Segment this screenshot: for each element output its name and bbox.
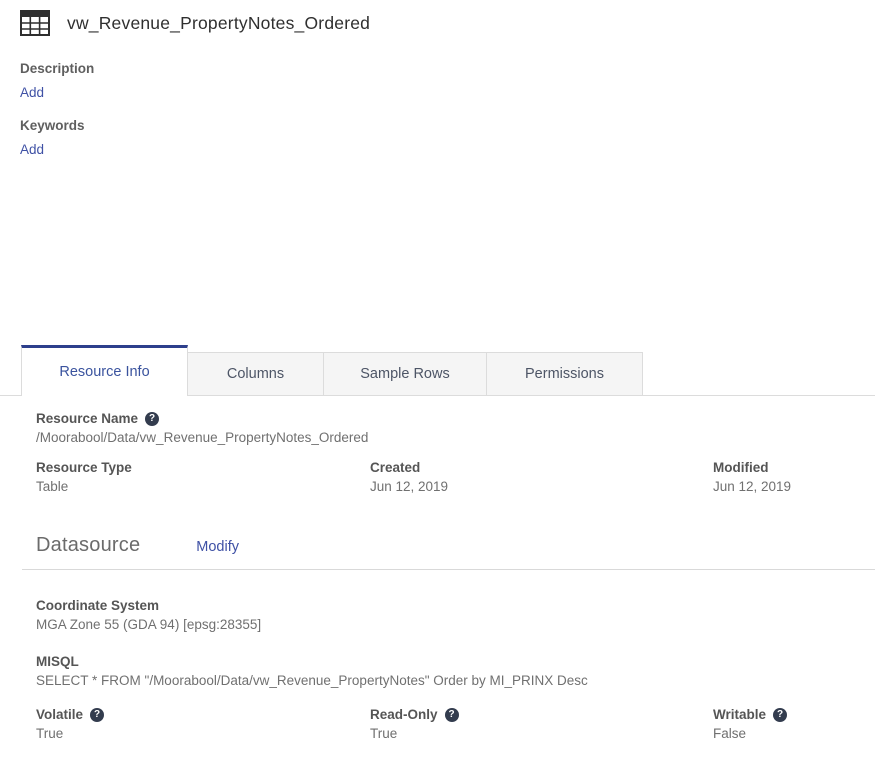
section-divider — [22, 569, 875, 570]
modified-label: Modified — [713, 460, 769, 475]
page-header: vw_Revenue_PropertyNotes_Ordered — [0, 0, 875, 36]
read-only-field: Read-Only ? True — [370, 707, 713, 741]
flags-row: Volatile ? True Read-Only ? True Writabl… — [36, 707, 855, 741]
created-label: Created — [370, 460, 421, 475]
tab-columns[interactable]: Columns — [187, 352, 324, 395]
datasource-panel: Coordinate System MGA Zone 55 (GDA 94) [… — [0, 598, 875, 741]
read-only-value: True — [370, 726, 398, 741]
resource-name-field: Resource Name ? /Moorabool/Data/vw_Reven… — [36, 411, 855, 445]
writable-value: False — [713, 726, 747, 741]
resource-name-label: Resource Name — [36, 411, 139, 426]
created-field: Created Jun 12, 2019 — [370, 460, 713, 494]
help-icon[interactable]: ? — [145, 411, 160, 426]
modified-value: Jun 12, 2019 — [713, 479, 792, 494]
tab-permissions[interactable]: Permissions — [486, 352, 643, 395]
writable-label: Writable — [713, 707, 767, 722]
meta-block: Description Add Keywords Add — [0, 61, 875, 159]
description-label: Description — [20, 61, 95, 76]
read-only-label: Read-Only — [370, 707, 438, 722]
volatile-field: Volatile ? True — [36, 707, 370, 741]
resource-type-label: Resource Type — [36, 460, 132, 475]
tab-sample-rows[interactable]: Sample Rows — [323, 352, 487, 395]
page-title: vw_Revenue_PropertyNotes_Ordered — [67, 12, 371, 33]
tab-resource-info[interactable]: Resource Info — [21, 345, 188, 396]
keywords-add-link[interactable]: Add — [20, 142, 44, 157]
misql-value: SELECT * FROM "/Moorabool/Data/vw_Revenu… — [36, 673, 588, 688]
help-icon[interactable]: ? — [444, 707, 459, 722]
volatile-value: True — [36, 726, 64, 741]
modify-link[interactable]: Modify — [196, 539, 239, 555]
resource-type-field: Resource Type Table — [36, 460, 370, 494]
resource-type-row: Resource Type Table Created Jun 12, 2019… — [36, 460, 855, 494]
coordinate-system-value: MGA Zone 55 (GDA 94) [epsg:28355] — [36, 617, 262, 632]
description-add-link[interactable]: Add — [20, 85, 44, 100]
keywords-label: Keywords — [20, 118, 85, 133]
coordinate-system-field: Coordinate System MGA Zone 55 (GDA 94) [… — [36, 598, 855, 632]
modified-field: Modified Jun 12, 2019 — [713, 460, 855, 494]
table-icon — [20, 10, 50, 36]
help-icon[interactable]: ? — [90, 707, 105, 722]
datasource-heading: Datasource — [36, 534, 141, 556]
created-value: Jun 12, 2019 — [370, 479, 449, 494]
resource-type-value: Table — [36, 479, 69, 494]
misql-field: MISQL SELECT * FROM "/Moorabool/Data/vw_… — [36, 654, 855, 688]
coordinate-system-label: Coordinate System — [36, 598, 160, 613]
tab-bar: Resource Info Columns Sample Rows Permis… — [0, 345, 875, 396]
misql-label: MISQL — [36, 654, 79, 669]
resource-name-value: /Moorabool/Data/vw_Revenue_PropertyNotes… — [36, 430, 369, 445]
datasource-header: Datasource Modify — [36, 534, 855, 557]
help-icon[interactable]: ? — [773, 707, 788, 722]
volatile-label: Volatile — [36, 707, 84, 722]
writable-field: Writable ? False — [713, 707, 855, 741]
resource-info-panel: Resource Name ? /Moorabool/Data/vw_Reven… — [0, 411, 875, 557]
